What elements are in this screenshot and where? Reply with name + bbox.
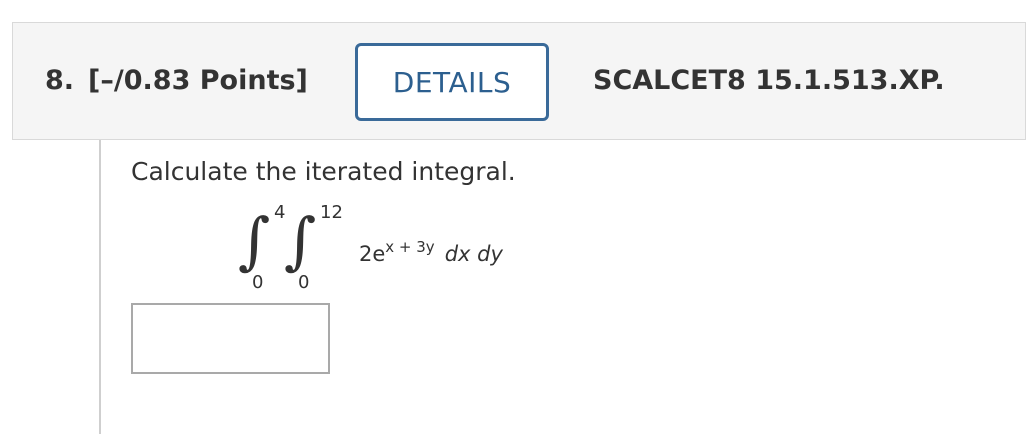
question-points: [–/0.83 Points] <box>88 65 308 96</box>
integrand: 2ex + 3y dx dy <box>359 238 503 266</box>
question-number: 8. <box>45 65 75 96</box>
outer-integral-sign: ∫ <box>238 204 271 277</box>
content-left-border <box>99 140 101 434</box>
question-title: 8. [–/0.83 Points] <box>45 65 308 96</box>
integrand-exponent: x + 3y <box>385 238 435 256</box>
problem-prompt: Calculate the iterated integral. <box>131 157 516 186</box>
inner-integral-sign: ∫ <box>284 204 317 277</box>
iterated-integral: ∫ 4 0 ∫ 12 0 2ex + 3y dx dy <box>238 200 558 293</box>
details-button[interactable]: DETAILS <box>355 43 549 121</box>
answer-input[interactable] <box>131 303 330 374</box>
outer-lower-limit: 0 <box>252 272 264 293</box>
integral-differentials: dx dy <box>444 242 503 266</box>
inner-upper-limit: 12 <box>320 202 343 223</box>
problem-code: SCALCET8 15.1.513.XP. <box>593 65 945 96</box>
question-header: 8. [–/0.83 Points] DETAILS SCALCET8 15.1.… <box>12 22 1026 140</box>
inner-lower-limit: 0 <box>298 272 310 293</box>
integrand-coefficient: 2e <box>359 242 386 266</box>
